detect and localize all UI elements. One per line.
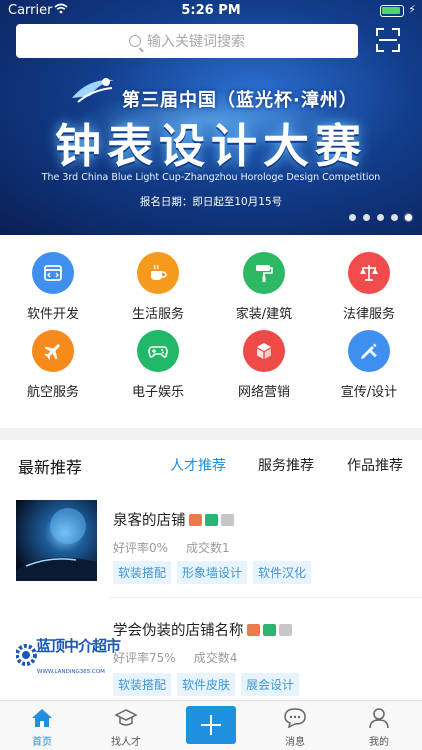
paint-roller-icon [243,252,285,294]
home-icon [30,707,54,729]
category-label: 网络营销 [237,385,290,400]
carousel-dot[interactable] [363,214,370,221]
category-label: 家装/建筑 [235,307,293,322]
category-decoration[interactable]: 家装/建筑 [211,252,317,322]
banner-headline: 钟表设计大赛 [55,119,367,173]
skill-tags: 软装搭配 形象墙设计 软件汉化 [113,561,312,584]
scan-qr-icon[interactable] [376,28,400,52]
tab-home[interactable]: 首页 [0,707,84,748]
category-legal[interactable]: 法律服务 [316,252,422,322]
logo-text: 蓝顶中介超市 [36,637,121,655]
plus-icon-stem [210,715,212,735]
shop-name-row: 泉客的店铺 [113,509,234,530]
banner-english-subtitle: The 3rd China Blue Light Cup-Zhangzhou H… [41,172,381,183]
category-software[interactable]: 软件开发 [0,252,106,322]
shop-logo: 蓝顶中介超市 WWW.LANDING365.COM [15,615,121,696]
mail-verified-icon [204,513,218,526]
category-label: 电子娱乐 [131,385,184,400]
graduation-cap-icon [114,707,138,729]
id-card-icon [246,623,260,636]
category-label: 法律服务 [342,307,395,322]
shop-stats: 好评率75% 成交数4 [113,649,237,666]
license-icon [278,623,292,636]
rating-rate: 好评率75% [113,651,176,665]
carousel-dot[interactable] [377,214,384,221]
shop-name-row: 学会伪装的店铺名称 [113,619,292,640]
deal-count: 成交数4 [193,651,238,665]
carousel-dot[interactable] [349,214,356,221]
clock: 5:26 PM [181,3,241,18]
coffee-cup-icon [137,252,179,294]
license-icon [220,513,234,526]
search-input[interactable]: 输入关键词搜索 [16,24,358,58]
pencil-ruler-icon [348,330,390,372]
category-label: 生活服务 [131,307,184,322]
cube-icon [243,330,285,372]
search-icon [129,35,141,47]
tab-label: 首页 [32,737,52,748]
browser-icon [32,252,74,294]
category-label: 航空服务 [26,385,79,400]
recommend-title: 最新推荐 [18,458,83,477]
shop-name: 学会伪装的店铺名称 [113,623,244,639]
tab-talent[interactable]: 人才推荐 [170,455,226,475]
skill-tag[interactable]: 形象墙设计 [177,561,248,584]
skill-tag[interactable]: 软装搭配 [113,673,172,696]
category-marketing[interactable]: 网络营销 [211,330,317,400]
category-life[interactable]: 生活服务 [105,252,211,322]
search-placeholder: 输入关键词搜索 [147,34,245,50]
tab-mine[interactable]: 我的 [337,707,421,748]
shop-stats: 好评率0% 成交数1 [113,539,230,556]
skill-tags: 软装搭配 软件皮肤 展会设计 [113,673,300,696]
user-icon [367,707,391,729]
status-bar: Carrier 5:26 PM ⚡ [0,0,422,22]
tab-label: 我的 [369,737,389,748]
id-card-icon [188,513,202,526]
category-design[interactable]: 宣传/设计 [316,330,422,400]
mail-verified-icon [262,623,276,636]
skill-tag[interactable]: 软件皮肤 [177,673,236,696]
battery-icon [380,5,404,17]
category-label: 宣传/设计 [340,385,398,400]
carousel-dot[interactable] [391,214,398,221]
category-label: 软件开发 [26,307,79,322]
skill-tag[interactable]: 软装搭配 [113,561,172,584]
scales-icon [348,252,390,294]
banner-logo-icon [72,78,114,103]
charging-icon: ⚡ [408,3,416,16]
category-aviation[interactable]: 航空服务 [0,330,106,400]
tab-label: 消息 [285,737,305,748]
shop-thumbnail [16,500,97,581]
tab-messages[interactable]: 消息 [253,707,337,748]
skill-tag[interactable]: 展会设计 [241,673,300,696]
deal-count: 成交数1 [186,541,230,555]
carousel-dots[interactable] [349,214,412,221]
tab-label: 找人才 [111,737,141,748]
logo-url: WWW.LANDING365.COM [37,669,105,675]
tab-find-talent[interactable]: 找人才 [84,707,168,748]
shop-name: 泉客的店铺 [113,513,186,529]
rating-rate: 好评率0% [113,541,169,555]
chat-bubble-icon [283,707,307,729]
tab-works[interactable]: 作品推荐 [347,455,403,475]
category-entertainment[interactable]: 电子娱乐 [105,330,211,400]
skill-tag[interactable]: 软件汉化 [253,561,312,584]
banner-title: 第三届中国（蓝光杯·漳州） [122,90,358,111]
divider [110,597,422,598]
tab-service[interactable]: 服务推荐 [258,455,314,475]
banner-date: 报名日期：即日起至10月15号 [139,196,283,208]
publish-plus-button[interactable] [186,706,236,744]
airplane-icon [32,330,74,372]
category-grid: 软件开发 生活服务 家装/建筑 法律服务 航空服务 电子娱乐 网络营销 宣传/设… [0,235,422,428]
gamepad-icon [137,330,179,372]
carousel-dot-active[interactable] [405,214,412,221]
